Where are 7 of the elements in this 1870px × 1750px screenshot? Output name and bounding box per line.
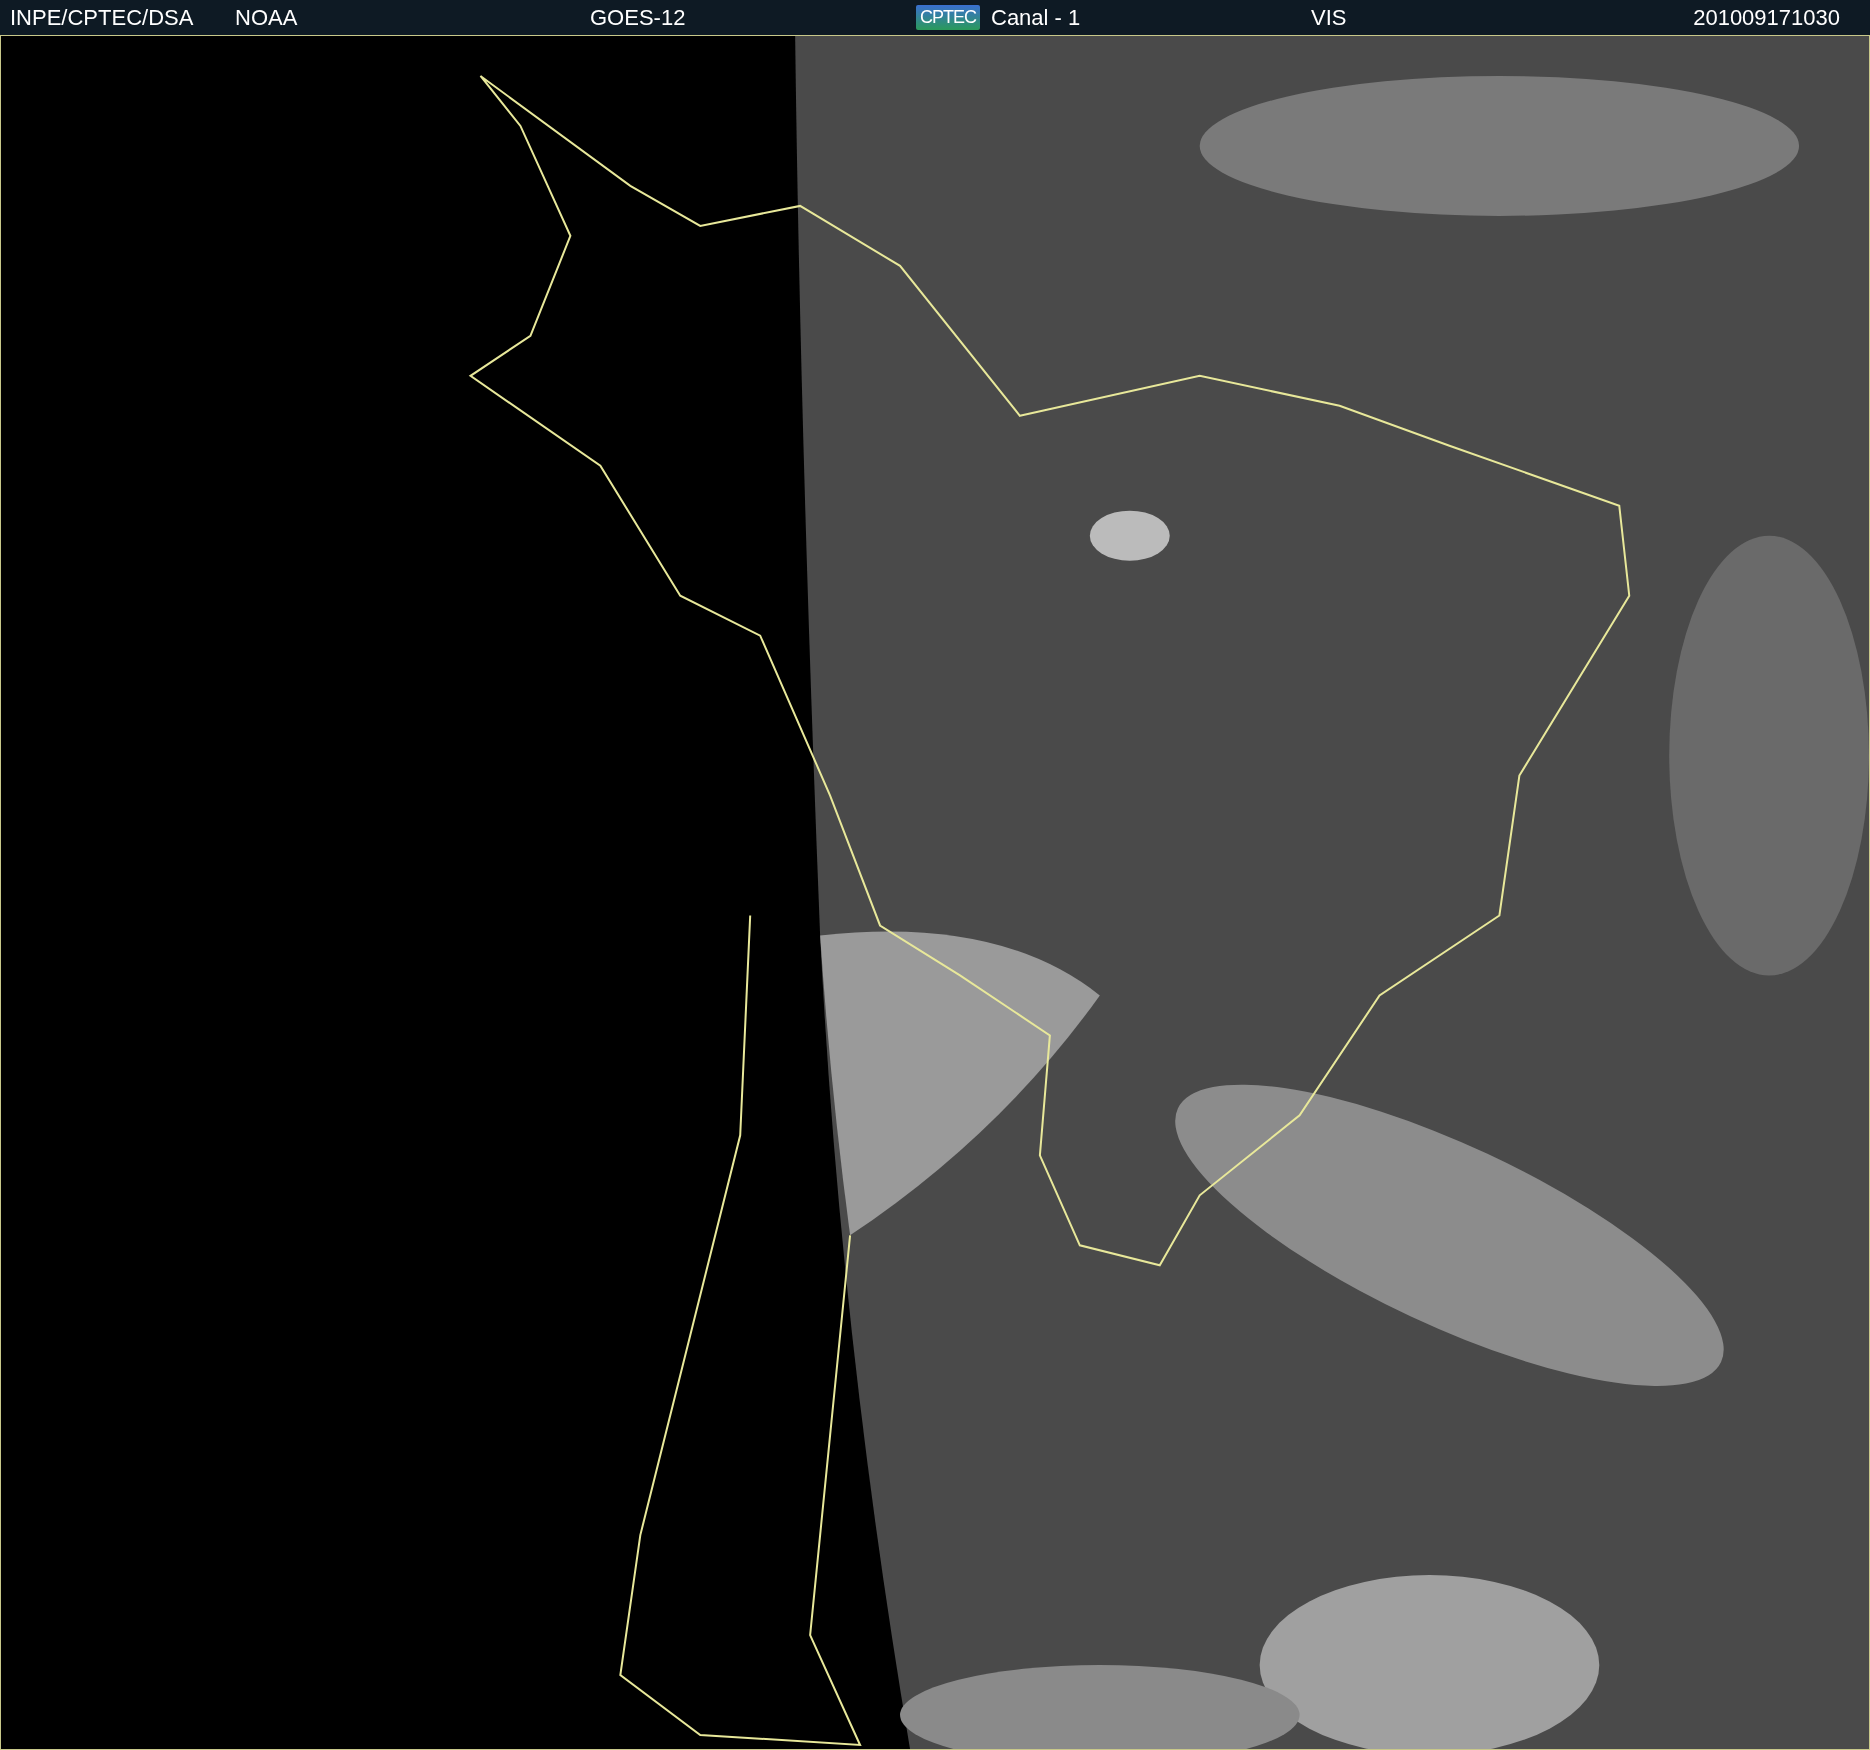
header-label: 201009171030 [1693, 4, 1840, 31]
logo: CPTEC [916, 5, 980, 30]
header-label: NOAA [235, 4, 298, 31]
header-label: INPE/CPTEC/DSA [10, 4, 194, 31]
header-label: GOES-12 [590, 4, 686, 31]
header-label: VIS [1311, 4, 1347, 31]
header-label: Canal - 1 [991, 4, 1081, 31]
